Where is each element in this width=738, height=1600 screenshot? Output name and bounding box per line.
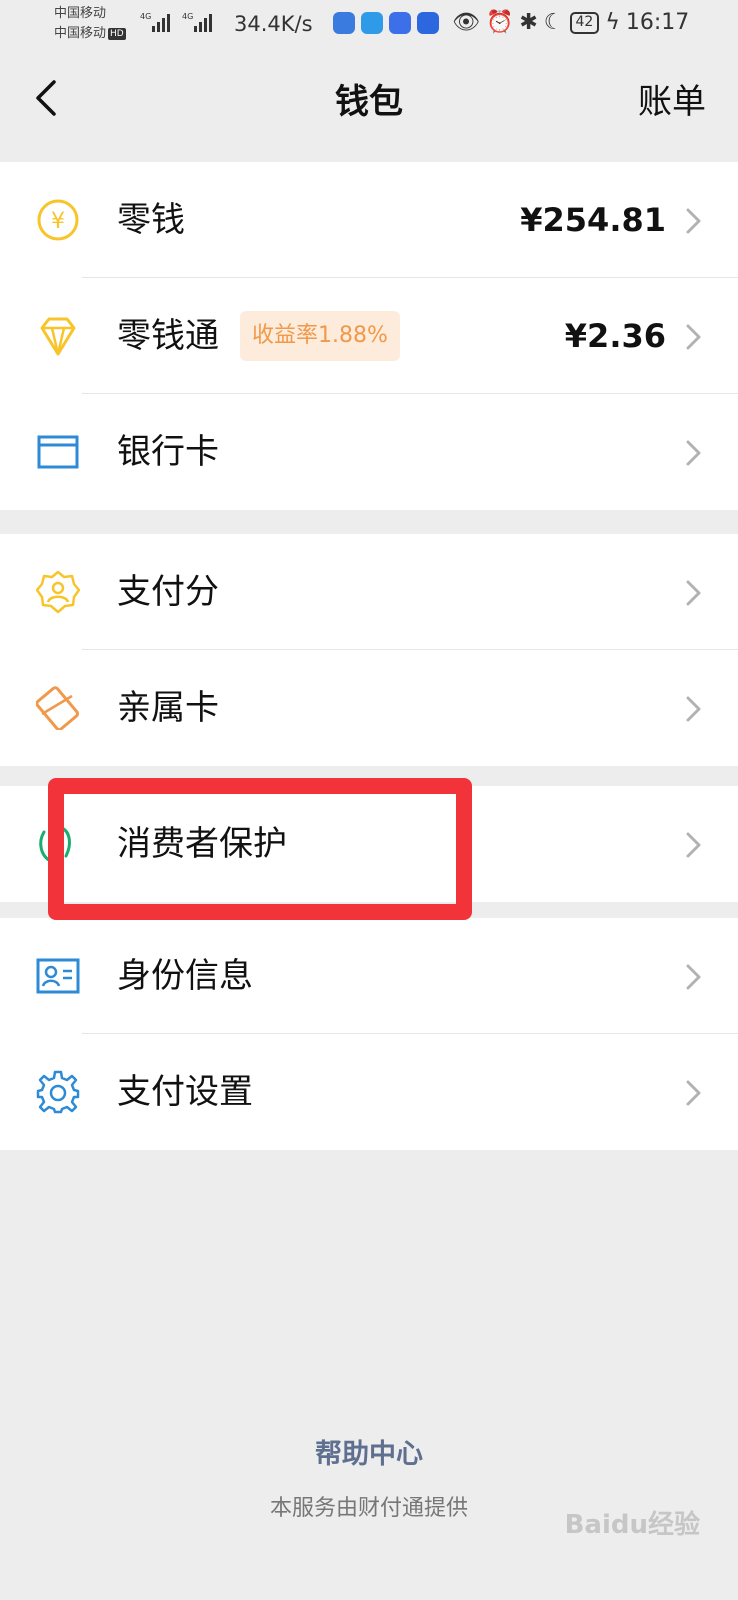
menu-item-label: 银行卡 [117, 432, 219, 472]
bluetooth-icon: ✱ [519, 10, 538, 35]
browser-app-icon [333, 12, 355, 34]
system-icons: 👁 ⏰ ✱ ☾ 42 ϟ 16:17 [452, 10, 689, 35]
menu-item-label: 零钱 [117, 200, 185, 240]
menu-item-label: 亲属卡 [117, 688, 219, 728]
account-group: 身份信息 支付设置 [0, 918, 738, 1150]
baidu-watermark: Baidu经验 [564, 1510, 700, 1540]
bank-card-icon [37, 435, 79, 469]
message-app-icon [361, 12, 383, 34]
wallet-page: 中国移动 中国移动 HD 4G 4G 34.4K/s 👁 ⏰ ✱ ☾ 42 ϟ 1… [0, 0, 738, 1600]
menu-item-change[interactable]: ¥ 零钱 ¥254.81 [0, 162, 738, 278]
signal-label-1: 4G [140, 12, 152, 21]
signal-strength-1-icon: 4G [140, 12, 170, 32]
charging-icon: ϟ [605, 10, 620, 35]
menu-item-family-card[interactable]: 亲属卡 [0, 650, 738, 766]
eye-icon: 👁 [452, 10, 480, 35]
baidu-app-icon [389, 12, 411, 34]
chevron-right-icon [686, 440, 701, 466]
carrier-2: 中国移动 [54, 26, 107, 41]
help-center-link[interactable]: 帮助中心 [0, 1432, 738, 1471]
nav-bar: 钱包 账单 [0, 48, 738, 148]
chevron-right-icon [686, 1080, 701, 1106]
bill-button[interactable]: 账单 [638, 74, 706, 123]
signal-strength-2-icon: 4G [182, 12, 212, 32]
bulb-app-icon [417, 12, 439, 34]
page-title: 钱包 [335, 82, 403, 122]
menu-item-label: 支付分 [117, 572, 219, 612]
chevron-right-icon [686, 208, 701, 234]
pay-score-badge-icon [36, 570, 80, 614]
carrier-info: 中国移动 中国移动 HD [54, 4, 126, 44]
carrier-1: 中国移动 [54, 6, 107, 21]
battery-icon: 42 [569, 11, 600, 34]
chevron-right-icon [686, 580, 701, 606]
svg-text:¥: ¥ [51, 209, 65, 234]
menu-item-pay-score[interactable]: 支付分 [0, 534, 738, 650]
chevron-right-icon [686, 964, 701, 990]
status-bar: 中国移动 中国移动 HD 4G 4G 34.4K/s 👁 ⏰ ✱ ☾ 42 ϟ 1… [0, 0, 738, 48]
change-balance: ¥254.81 [520, 201, 666, 239]
chevron-right-icon [686, 832, 701, 858]
balance-group: ¥ 零钱 ¥254.81 零钱通 收益率1.88% ¥2.36 银行卡 [0, 162, 738, 510]
menu-item-label: 身份信息 [117, 956, 253, 996]
family-card-icon [36, 686, 80, 730]
yield-rate-badge: 收益率1.88% [240, 311, 400, 361]
menu-item-pay-settings[interactable]: 支付设置 [0, 1034, 738, 1150]
gear-icon [36, 1070, 80, 1114]
signal-label-2: 4G [182, 12, 194, 21]
menu-item-identity[interactable]: 身份信息 [0, 918, 738, 1034]
yuan-coin-icon: ¥ [37, 199, 79, 241]
menu-item-bank-card[interactable]: 银行卡 [0, 394, 738, 510]
chevron-right-icon [686, 324, 701, 350]
diamond-icon [40, 317, 76, 356]
id-card-icon [36, 958, 80, 994]
chevron-right-icon [686, 696, 701, 722]
notification-icons [333, 12, 439, 34]
change-pass-balance: ¥2.36 [564, 317, 666, 355]
annotation-highlight-box [48, 778, 472, 920]
menu-item-change-pass[interactable]: 零钱通 收益率1.88% ¥2.36 [0, 278, 738, 394]
menu-item-label: 支付设置 [117, 1072, 253, 1112]
alarm-icon: ⏰ [485, 10, 514, 35]
menu-item-label: 零钱通 [117, 316, 219, 356]
moon-icon: ☾ [543, 10, 564, 35]
services-group: 支付分 亲属卡 [0, 534, 738, 766]
net-speed: 34.4K/s [234, 12, 313, 36]
hd-badge: HD [108, 27, 126, 40]
clock: 16:17 [625, 10, 690, 35]
